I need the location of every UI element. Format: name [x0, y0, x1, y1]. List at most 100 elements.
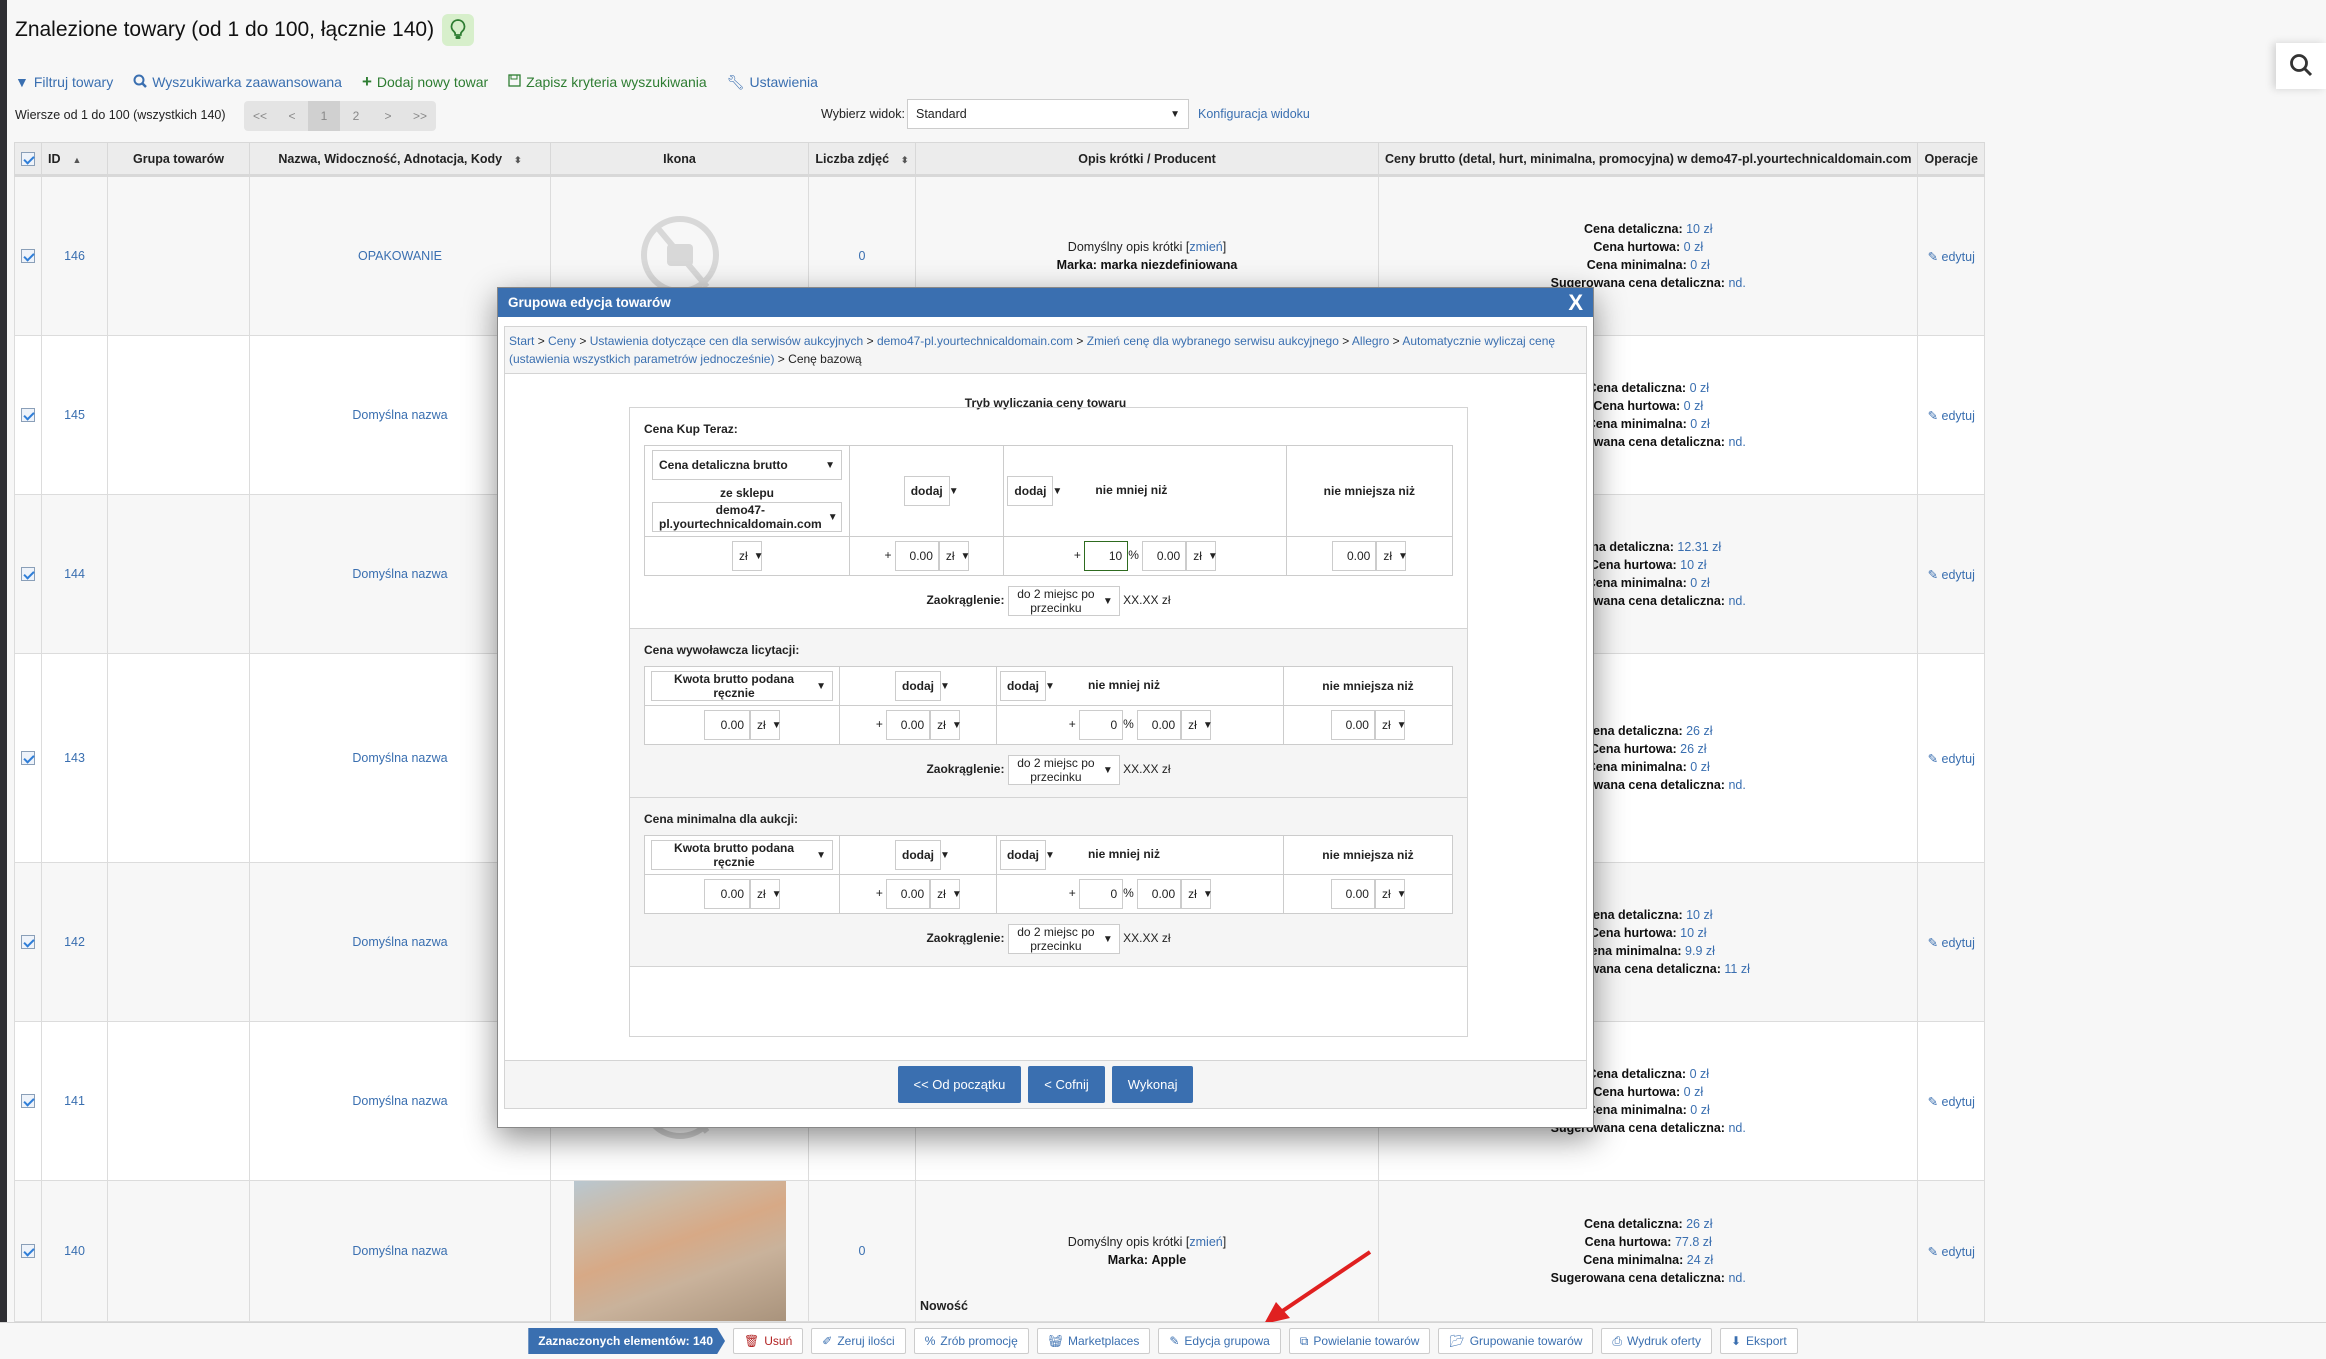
price-wholesale-value[interactable]: 0 zł — [1684, 1085, 1703, 1099]
base-unit-select[interactable]: zł ▼ — [750, 710, 782, 740]
price-minimum-value[interactable]: 0 zł — [1690, 417, 1709, 431]
eksport-button[interactable]: ⬇ Eksport — [1719, 1328, 1798, 1354]
last-page-button[interactable]: >> — [404, 101, 436, 131]
price-suggested-value[interactable]: nd. — [1728, 594, 1745, 608]
price-source-select[interactable]: Kwota brutto podana ręcznie ▼ — [651, 671, 833, 701]
operation-select[interactable]: dodaj ▼ — [1007, 476, 1062, 506]
wydruk-oferty-button[interactable]: ⎙ Wydruk oferty — [1601, 1328, 1712, 1354]
add-value-input[interactable]: 0.00 — [886, 710, 931, 740]
price-wholesale-value[interactable]: 26 zł — [1680, 742, 1706, 756]
change-description-link[interactable]: zmień — [1189, 240, 1222, 254]
price-wholesale-value[interactable]: 77.8 zł — [1675, 1235, 1712, 1249]
row-checkbox[interactable] — [21, 1094, 35, 1109]
row-name-link[interactable]: Domyślna nazwa — [352, 1244, 447, 1258]
grupowanie-towar-w-button[interactable]: 📂︎ Grupowanie towarów — [1438, 1328, 1594, 1354]
rounding-select[interactable]: do 2 miejsc po przecinku ▼ — [1007, 586, 1120, 616]
price-retail-value[interactable]: 26 zł — [1686, 1217, 1712, 1231]
close-icon[interactable]: X — [1568, 291, 1583, 314]
min-unit-select[interactable]: zł ▼ — [1181, 879, 1213, 909]
select-all-checkbox[interactable] — [14, 142, 42, 177]
restart-button[interactable]: << Od początku — [897, 1066, 1022, 1103]
view-select[interactable]: Standard ▼ — [907, 99, 1189, 129]
row-id-link[interactable]: 144 — [64, 567, 85, 581]
price-retail-value[interactable]: 10 zł — [1686, 908, 1712, 922]
shop-select[interactable]: demo47-pl.yourtechnicaldomain.com ▼ — [652, 502, 842, 532]
breadcrumb-allegro[interactable]: Allegro — [1352, 334, 1389, 348]
floor-unit-select[interactable]: zł ▼ — [1374, 879, 1407, 909]
row-id-link[interactable]: 146 — [64, 249, 85, 263]
edit-link[interactable]: ✎ edytuj — [1928, 250, 1975, 264]
price-retail-value[interactable]: 0 zł — [1690, 1067, 1709, 1081]
min-value-input[interactable]: 0.00 — [1137, 710, 1182, 740]
price-minimum-value[interactable]: 9.9 zł — [1685, 944, 1715, 958]
floor-value-input[interactable]: 0.00 — [1332, 541, 1377, 571]
price-retail-value[interactable]: 0 zł — [1690, 381, 1709, 395]
brand-link[interactable]: marka niezdefiniowana — [1100, 258, 1237, 272]
rounding-select[interactable]: do 2 miejsc po przecinku ▼ — [1007, 924, 1120, 954]
floor-unit-select[interactable]: zł ▼ — [1374, 710, 1407, 740]
row-checkbox[interactable] — [21, 751, 35, 766]
brand-link[interactable]: Apple — [1152, 1253, 1187, 1267]
view-config-link[interactable]: Konfiguracja widoku — [1198, 107, 1310, 121]
price-minimum-value[interactable]: 0 zł — [1690, 258, 1709, 272]
operation-select[interactable]: dodaj ▼ — [894, 671, 950, 701]
price-wholesale-value[interactable]: 10 zł — [1680, 558, 1706, 572]
row-checkbox[interactable] — [21, 935, 35, 950]
row-photos-count[interactable]: 0 — [859, 1244, 866, 1258]
base-unit-select[interactable]: zł ▼ — [732, 541, 764, 571]
row-name-link[interactable]: OPAKOWANIE — [358, 249, 442, 263]
operation-select[interactable]: dodaj ▼ — [903, 476, 959, 506]
first-page-button[interactable]: << — [244, 101, 276, 131]
change-description-link[interactable]: zmień — [1189, 1235, 1222, 1249]
breadcrumb-shop[interactable]: demo47-pl.yourtechnicaldomain.com — [877, 334, 1073, 348]
operation-select[interactable]: dodaj ▼ — [999, 840, 1055, 870]
execute-button[interactable]: Wykonaj — [1111, 1066, 1194, 1103]
edit-link[interactable]: ✎ edytuj — [1928, 409, 1975, 423]
row-name-link[interactable]: Domyślna nazwa — [352, 935, 447, 949]
edit-link[interactable]: ✎ edytuj — [1928, 568, 1975, 582]
add-value-input[interactable]: 0.00 — [886, 879, 931, 909]
price-suggested-value[interactable]: nd. — [1728, 1121, 1745, 1135]
zr-b-promocj--button[interactable]: % Zrób promocję — [913, 1328, 1029, 1354]
search-button[interactable] — [2276, 43, 2326, 89]
floor-value-input[interactable]: 0.00 — [1330, 879, 1375, 909]
column-id[interactable]: ID ▲ — [41, 142, 108, 177]
page-1-button[interactable]: 1 — [308, 101, 340, 131]
operation-select[interactable]: dodaj ▼ — [999, 671, 1055, 701]
price-retail-value[interactable]: 26 zł — [1686, 724, 1712, 738]
save-criteria-link[interactable]: Zapisz kryteria wyszukiwania — [508, 72, 707, 92]
add-value-input[interactable]: 0.00 — [894, 541, 939, 571]
edit-link[interactable]: ✎ edytuj — [1928, 752, 1975, 766]
price-retail-value[interactable]: 10 zł — [1686, 222, 1712, 236]
column-name[interactable]: Nazwa, Widoczność, Adnotacja, Kody ⬍ — [249, 142, 551, 177]
operation-select[interactable]: dodaj ▼ — [894, 840, 950, 870]
row-id-link[interactable]: 141 — [64, 1094, 85, 1108]
row-name-link[interactable]: Domyślna nazwa — [352, 408, 447, 422]
breadcrumb-change-price[interactable]: Zmień cenę dla wybranego serwisu aukcyjn… — [1087, 334, 1339, 348]
prev-page-button[interactable]: < — [276, 101, 308, 131]
floor-value-input[interactable]: 0.00 — [1330, 710, 1375, 740]
price-minimum-value[interactable]: 24 zł — [1687, 1253, 1713, 1267]
min-value-input[interactable]: 0.00 — [1142, 541, 1187, 571]
advanced-search-link[interactable]: Wyszukiwarka zaawansowana — [133, 72, 342, 92]
row-checkbox[interactable] — [21, 249, 35, 264]
edit-link[interactable]: ✎ edytuj — [1928, 1095, 1975, 1109]
price-wholesale-value[interactable]: 0 zł — [1684, 399, 1703, 413]
row-checkbox[interactable] — [21, 1244, 35, 1259]
price-wholesale-value[interactable]: 10 zł — [1680, 926, 1706, 940]
rounding-select[interactable]: do 2 miejsc po przecinku ▼ — [1007, 755, 1120, 785]
settings-link[interactable]: 🔧︎ Ustawienia — [727, 72, 818, 92]
row-id-link[interactable]: 143 — [64, 751, 85, 765]
price-wholesale-value[interactable]: 0 zł — [1684, 240, 1703, 254]
price-suggested-value[interactable]: nd. — [1728, 778, 1745, 792]
percent-input[interactable]: 10 — [1084, 541, 1129, 571]
add-unit-select[interactable]: zł ▼ — [930, 879, 962, 909]
back-button[interactable]: < Cofnij — [1028, 1066, 1105, 1103]
page-2-button[interactable]: 2 — [340, 101, 372, 131]
price-retail-value[interactable]: 12.31 zł — [1677, 540, 1721, 554]
price-source-select[interactable]: Cena detaliczna brutto ▼ — [652, 450, 842, 480]
row-checkbox[interactable] — [21, 408, 35, 423]
row-photos-count[interactable]: 0 — [859, 249, 866, 263]
filter-products-link[interactable]: ▼ Filtruj towary — [15, 72, 113, 92]
row-name-link[interactable]: Domyślna nazwa — [352, 567, 447, 581]
